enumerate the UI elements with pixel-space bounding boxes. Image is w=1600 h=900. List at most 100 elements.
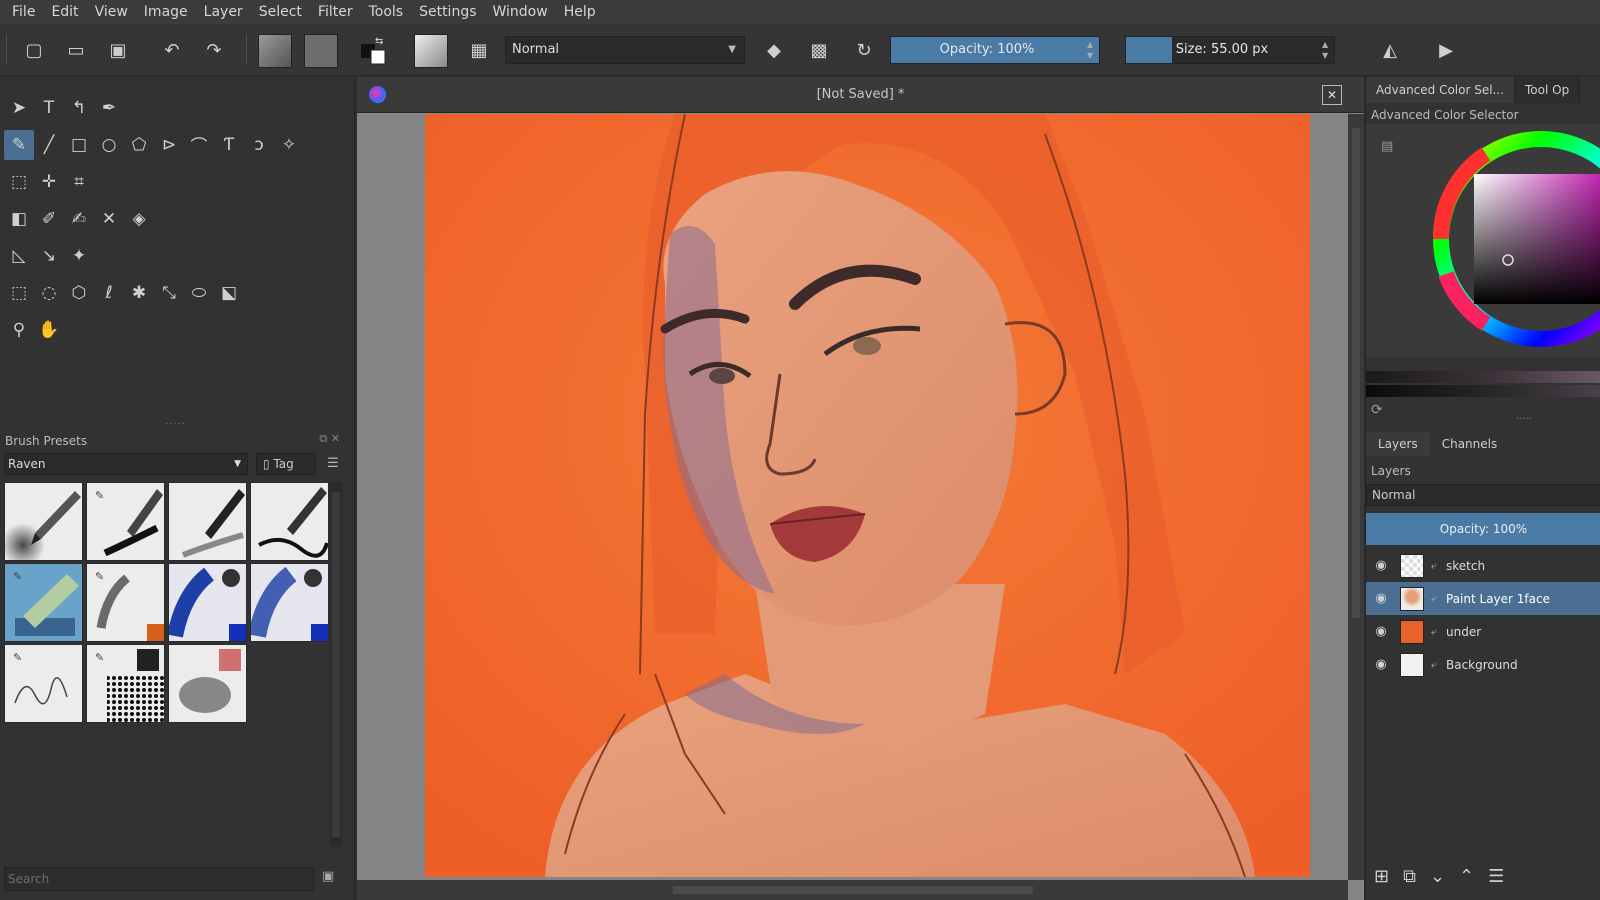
opacity-spinner-icon[interactable]: ▲ ▼	[1087, 39, 1097, 61]
brush-preset[interactable]: ✎	[86, 482, 165, 561]
brush-preset[interactable]	[4, 482, 83, 561]
similar-select-icon[interactable]: ⤡	[154, 278, 184, 308]
menu-select[interactable]: Select	[251, 0, 310, 24]
calligraphy-icon[interactable]: ✒	[94, 93, 124, 123]
tab-tool-options[interactable]: Tool Op	[1515, 77, 1581, 103]
menu-tools[interactable]: Tools	[361, 0, 412, 24]
menu-file[interactable]: File	[4, 0, 43, 24]
brush-preset[interactable]: ✎	[4, 644, 83, 723]
bezier-select-icon[interactable]: ⬭	[184, 278, 214, 308]
tab-layers[interactable]: Layers	[1366, 432, 1430, 456]
redo-icon[interactable]: ↷	[200, 36, 228, 64]
brush-preset[interactable]: ✎	[86, 644, 165, 723]
brush-preset[interactable]: ✎	[86, 563, 165, 642]
preset-scrollbar[interactable]	[330, 482, 342, 847]
color-selector-widget[interactable]: ▤	[1366, 124, 1600, 357]
layer-properties-icon[interactable]: ☰	[1488, 866, 1504, 887]
rect-select-icon[interactable]: ⬚	[4, 278, 34, 308]
brush-preset[interactable]	[250, 482, 329, 561]
preset-view-options-icon[interactable]: ☰	[322, 453, 344, 475]
preset-tag-select[interactable]: Raven ▼	[4, 453, 248, 475]
menu-view[interactable]: View	[87, 0, 136, 24]
layer-row-under[interactable]: ◉ ⤶ under	[1366, 615, 1600, 648]
pattern-swatch[interactable]	[304, 34, 338, 68]
duplicate-layer-icon[interactable]: ⧉	[1403, 866, 1416, 887]
fg-bg-color-icon[interactable]: ⇆	[358, 36, 392, 65]
canvas-vertical-scrollbar[interactable]	[1348, 114, 1364, 880]
brush-preset[interactable]: ✎	[4, 563, 83, 642]
gradient-swatch[interactable]	[258, 34, 292, 68]
freehand-path-icon[interactable]: Ƭ	[214, 130, 244, 160]
brush-preset[interactable]	[168, 563, 247, 642]
mirror-horizontal-icon[interactable]: ◭	[1376, 36, 1404, 64]
menu-edit[interactable]: Edit	[43, 0, 86, 24]
menu-layer[interactable]: Layer	[196, 0, 251, 24]
dock-float-close-icon[interactable]: ⧉ ✕	[319, 432, 340, 446]
menu-window[interactable]: Window	[485, 0, 556, 24]
preset-search-input[interactable]: Search	[4, 867, 314, 891]
move-tool-icon[interactable]: ✛	[34, 167, 64, 197]
tab-channels[interactable]: Channels	[1430, 432, 1510, 456]
canvas-horizontal-scrollbar[interactable]	[357, 880, 1348, 900]
reload-preset-icon[interactable]: ↻	[850, 36, 878, 64]
fill-pattern-icon[interactable]: ✕	[94, 204, 124, 234]
select-shapes-icon[interactable]: ➤	[4, 93, 34, 123]
inherit-alpha-icon[interactable]: ⤶	[1426, 625, 1442, 639]
smart-patch-icon[interactable]: ✍	[64, 204, 94, 234]
brush-preset[interactable]	[250, 563, 329, 642]
edit-shapes-icon[interactable]: ↰	[64, 93, 94, 123]
freehand-select-icon[interactable]: ℓ	[94, 278, 124, 308]
save-icon[interactable]: ▣	[104, 36, 132, 64]
line-tool-icon[interactable]: ╱	[34, 130, 64, 160]
shade-selector-bar[interactable]	[1366, 385, 1600, 397]
layer-row-background[interactable]: ◉ ⤶ Background	[1366, 648, 1600, 681]
panel-splitter[interactable]: ·····	[1516, 414, 1532, 425]
menu-settings[interactable]: Settings	[411, 0, 484, 24]
gradient-tool-icon[interactable]: ◧	[4, 204, 34, 234]
tab-advanced-color-selector[interactable]: Advanced Color Sel...	[1366, 77, 1516, 103]
polygon-select-icon[interactable]: ⬡	[64, 278, 94, 308]
brush-preset[interactable]	[168, 482, 247, 561]
opacity-slider[interactable]: Opacity: 100% ▲ ▼	[890, 36, 1100, 64]
new-document-icon[interactable]: ▢	[20, 36, 48, 64]
brush-preset[interactable]	[168, 644, 247, 723]
workspace-grid-icon[interactable]: ▦	[465, 36, 493, 64]
visibility-eye-icon[interactable]: ◉	[1366, 591, 1396, 606]
alpha-lock-icon[interactable]: ▩	[805, 36, 833, 64]
zoom-tool-icon[interactable]: ⚲	[4, 315, 34, 345]
blend-mode-select[interactable]: Normal ▼	[505, 36, 745, 64]
text-tool-icon[interactable]: T	[34, 93, 64, 123]
tag-button[interactable]: ▯ Tag	[256, 453, 316, 475]
reference-tool-icon[interactable]: ✦	[64, 241, 94, 271]
mirror-vertical-icon[interactable]: ▶	[1432, 36, 1460, 64]
inherit-alpha-icon[interactable]: ⤶	[1426, 658, 1442, 672]
eraser-icon[interactable]: ◆	[760, 36, 788, 64]
layer-row-sketch[interactable]: ◉ ⤶ sketch	[1366, 549, 1600, 582]
rectangle-tool-icon[interactable]: □	[64, 130, 94, 160]
panel-splitter[interactable]: ·····	[165, 419, 186, 430]
ellipse-tool-icon[interactable]: ○	[94, 130, 124, 160]
canvas-artwork[interactable]	[425, 114, 1310, 877]
menu-image[interactable]: Image	[136, 0, 196, 24]
inherit-alpha-icon[interactable]: ⤶	[1426, 592, 1442, 606]
bezier-tool-icon[interactable]: ⌒	[184, 130, 214, 160]
visibility-eye-icon[interactable]: ◉	[1366, 558, 1396, 573]
pan-tool-icon[interactable]: ✋	[34, 315, 64, 345]
close-icon[interactable]: ✕	[1322, 85, 1342, 105]
color-picker-icon[interactable]: ✐	[34, 204, 64, 234]
color-history-bar[interactable]	[1366, 371, 1600, 383]
multibrush-icon[interactable]: ✧	[274, 130, 304, 160]
freehand-brush-icon[interactable]: ✎	[4, 129, 34, 160]
layer-opacity-slider[interactable]: Opacity: 100%	[1366, 513, 1600, 545]
crop-tool-icon[interactable]: ⌗	[64, 167, 94, 197]
layer-blend-mode-select[interactable]: Normal	[1366, 484, 1600, 506]
transform-tool-icon[interactable]: ⬚	[4, 167, 34, 197]
size-spinner-icon[interactable]: ▲ ▼	[1322, 39, 1332, 61]
visibility-eye-icon[interactable]: ◉	[1366, 657, 1396, 672]
undo-icon[interactable]: ↶	[158, 36, 186, 64]
layer-row-paint-layer-1face[interactable]: ◉ ⤶ Paint Layer 1face	[1366, 582, 1600, 615]
save-search-icon[interactable]: ▣	[322, 869, 334, 884]
ellipse-select-icon[interactable]: ◌	[34, 278, 64, 308]
add-layer-icon[interactable]: ⊞	[1374, 866, 1389, 887]
document-tab[interactable]: [Not Saved] * ✕	[357, 77, 1364, 113]
